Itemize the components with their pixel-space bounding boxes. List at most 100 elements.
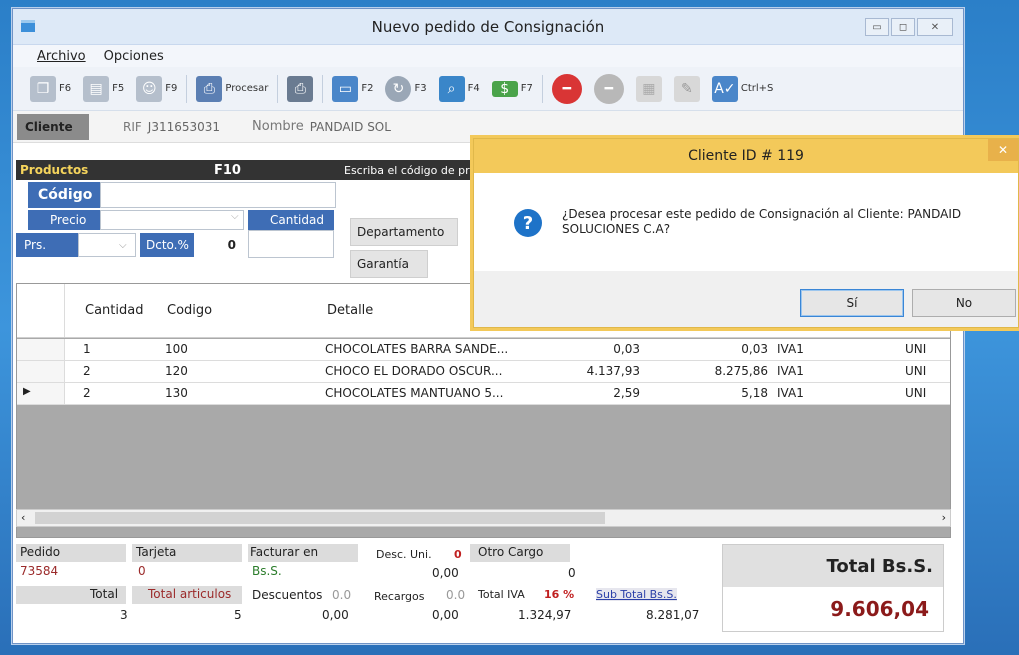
recargos-value: 0,00: [432, 608, 459, 622]
dcto-input[interactable]: 0: [196, 233, 240, 257]
codigo-input[interactable]: [100, 182, 336, 208]
scroll-right-icon[interactable]: ›: [942, 511, 946, 524]
f4-button[interactable]: ⌕ F4: [436, 72, 483, 106]
users-icon: ☺: [136, 75, 163, 102]
toolbar: ❐ F6 ▤ F5 ☺ F9 ⎙ Procesar ⎙ ▭ F2 ↻ F3 ⌕ F4 $ F7 …: [13, 67, 963, 111]
product-hint: Escriba el código de prod: [340, 160, 470, 180]
table-row[interactable]: 1 100 CHOCOLATES BARRA SANDE... 0,03 0,0…: [17, 339, 950, 361]
f9-button[interactable]: ☺ F9: [133, 72, 180, 106]
recargos-pct: 0.0: [446, 588, 466, 602]
card-icon: ▭: [332, 75, 359, 102]
confirm-dialog: Cliente ID # 119 ✕ ? ¿Desea procesar est…: [473, 138, 1019, 328]
search-icon: ⌕: [438, 75, 465, 102]
f2-button[interactable]: ▭ F2: [329, 72, 376, 106]
client-label: Cliente: [17, 113, 89, 140]
pedido-label: Pedido: [20, 545, 61, 559]
cancel-button[interactable]: ━: [549, 72, 585, 106]
products-header: Productos F10: [16, 160, 356, 180]
stop-icon: ━: [551, 73, 582, 104]
remove-button[interactable]: ━: [591, 72, 627, 106]
pedido-value: 73584: [20, 564, 59, 578]
col-detalle[interactable]: Detalle: [327, 303, 373, 318]
scroll-left-icon[interactable]: ‹: [21, 511, 25, 524]
cantidad-input[interactable]: [248, 230, 334, 258]
total-iva-value: 1.324,97: [518, 608, 572, 622]
spellcheck-icon: A✓: [711, 75, 738, 102]
desc-uni-value: 0,00: [432, 566, 459, 580]
grand-total-label: Total Bs.S.: [723, 545, 943, 587]
print-button[interactable]: ⎙: [284, 72, 316, 106]
descuentos-label: Descuentos: [252, 588, 323, 602]
horizontal-scrollbar[interactable]: ‹ ›: [16, 509, 951, 527]
rif-label: RIF: [123, 119, 142, 134]
printer-icon: ⎙: [196, 75, 223, 102]
f6-button[interactable]: ❐ F6: [27, 72, 74, 106]
edit-icon: ✎: [673, 75, 700, 102]
dialog-title: Cliente ID # 119 ✕: [474, 139, 1018, 173]
nombre-label: Nombre: [252, 119, 304, 134]
cantidad-label: Cantidad: [248, 210, 334, 230]
row-pointer-icon: ▶: [23, 386, 31, 397]
subtotal-value: 8.281,07: [646, 608, 700, 622]
table-row[interactable]: ▶ 2 130 CHOCOLATES MANTUANO 5... 2,59 5,…: [17, 383, 950, 405]
total-iva-label: Total IVA: [478, 588, 525, 601]
f5-button[interactable]: ▤ F5: [80, 72, 127, 106]
maximize-button[interactable]: ◻: [891, 18, 915, 36]
tarjeta-value: 0: [138, 564, 146, 578]
dcto-label: Dcto.%: [140, 233, 194, 257]
grand-total-box: Total Bs.S. 9.606,04: [722, 544, 944, 632]
menu-bar: Archivo Opciones: [13, 45, 963, 67]
minus-icon: ━: [593, 73, 624, 104]
grid-button[interactable]: ▦: [633, 72, 665, 106]
precio-label: Precio: [28, 210, 100, 230]
copy-icon: ❐: [30, 75, 56, 102]
garantia-button[interactable]: Garantía: [350, 250, 428, 278]
minimize-button[interactable]: ▭: [865, 18, 889, 36]
no-button[interactable]: No: [912, 289, 1016, 317]
descuentos-pct: 0.0: [332, 588, 352, 602]
title-bar: Nuevo pedido de Consignación ▭ ◻ ✕: [13, 9, 963, 45]
f7-button[interactable]: $ F7: [489, 72, 536, 106]
rif-field[interactable]: J311653031: [148, 120, 220, 134]
f10-label: F10: [214, 162, 241, 178]
yes-button[interactable]: Sí: [800, 289, 904, 317]
otro-cargo-label: Otro Cargo: [478, 545, 544, 559]
precio-select[interactable]: ⌵: [100, 210, 244, 230]
question-icon: ?: [514, 209, 542, 237]
recargos-label: Recargos: [374, 590, 425, 603]
facturar-value: Bs.S.: [252, 564, 282, 578]
departamento-button[interactable]: Departamento: [350, 218, 458, 246]
edit-button[interactable]: ✎: [671, 72, 703, 106]
tarjeta-label: Tarjeta: [136, 545, 177, 559]
total-value: 3: [120, 608, 128, 622]
dialog-close-button[interactable]: ✕: [988, 139, 1018, 161]
subtotal-link[interactable]: Sub Total Bs.S.: [596, 588, 677, 601]
save-icon: ▤: [83, 75, 110, 102]
facturar-label: Facturar en: [250, 545, 319, 559]
f3-button[interactable]: ↻ F3: [382, 72, 429, 106]
total-articulos-value: 5: [234, 608, 242, 622]
desc-uni-label: Desc. Uni.: [376, 548, 432, 561]
window-title: Nuevo pedido de Consignación: [371, 17, 605, 36]
col-cantidad[interactable]: Cantidad: [85, 303, 143, 318]
money-icon: $: [491, 80, 518, 97]
table-row[interactable]: 2 120 CHOCO EL DORADO OSCUR... 4.137,93 …: [17, 361, 950, 383]
prs-select[interactable]: ⌵: [78, 233, 136, 257]
ctrl-s-button[interactable]: A✓ Ctrl+S: [709, 72, 777, 106]
total-label: Total: [90, 587, 119, 601]
total-iva-pct: 16 %: [544, 588, 575, 601]
menu-opciones[interactable]: Opciones: [104, 49, 164, 64]
menu-archivo[interactable]: Archivo: [37, 49, 86, 64]
nombre-field[interactable]: PANDAID SOL: [310, 120, 391, 134]
codigo-label: Código: [28, 182, 100, 208]
procesar-button[interactable]: ⎙ Procesar: [193, 72, 271, 106]
refresh-icon: ↻: [385, 75, 412, 102]
grid-icon: ▦: [635, 75, 662, 102]
grand-total-value: 9.606,04: [830, 597, 929, 621]
close-button[interactable]: ✕: [917, 18, 953, 36]
prs-label: Prs.: [16, 233, 78, 257]
col-codigo[interactable]: Codigo: [167, 303, 212, 318]
descuentos-value: 0,00: [322, 608, 349, 622]
scrollbar-thumb[interactable]: [35, 512, 605, 524]
printer-icon: ⎙: [287, 75, 314, 102]
